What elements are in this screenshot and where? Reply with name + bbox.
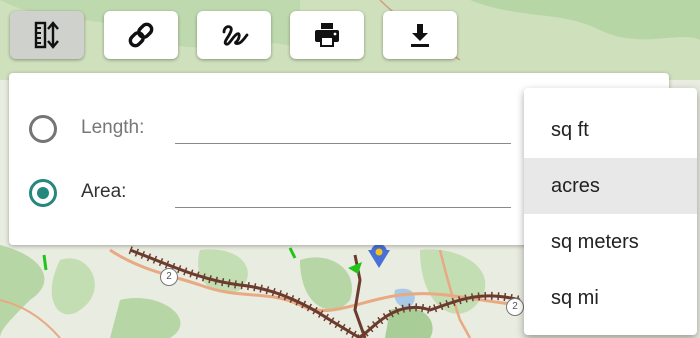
link-icon [128,22,154,48]
unit-option-sq-mi[interactable]: sq mi [524,270,697,326]
unit-option-sq-meters[interactable]: sq meters [524,214,697,270]
unit-option-acres[interactable]: acres [524,158,697,214]
length-option[interactable]: Length: [9,107,529,147]
radio-selected-dot [37,187,49,199]
printer-icon [315,23,339,47]
download-button[interactable] [383,11,457,59]
area-radio[interactable] [29,179,57,207]
freehand-draw-button[interactable] [197,11,271,59]
download-icon [411,24,429,47]
route-marker: 2 [160,268,178,286]
route-marker: 2 [506,298,524,316]
area-label: Area: [81,181,127,202]
area-option[interactable]: Area: [9,171,529,211]
freehand-draw-icon [222,25,249,46]
length-radio[interactable] [29,115,57,143]
ruler-vertical-arrows-icon [34,21,59,49]
print-button[interactable] [290,11,364,59]
area-value-field[interactable] [175,171,511,208]
measure-button[interactable] [10,11,84,59]
unit-option-sq-ft[interactable]: sq ft [524,102,697,158]
area-units-menu: sq ft acres sq meters sq mi [524,88,697,335]
length-label: Length: [81,117,145,138]
link-button[interactable] [104,11,178,59]
length-value-field[interactable] [175,107,511,144]
